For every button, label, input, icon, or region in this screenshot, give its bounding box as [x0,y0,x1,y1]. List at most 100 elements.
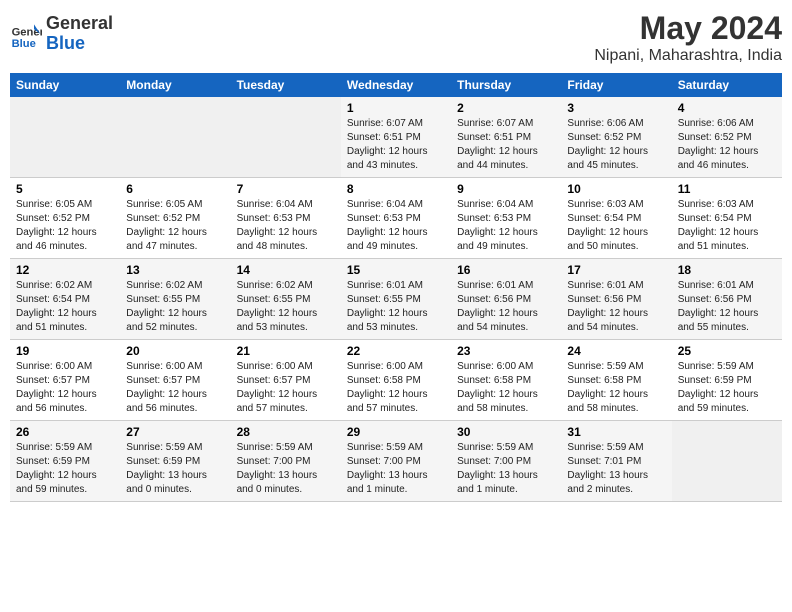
column-header-tuesday: Tuesday [231,73,341,97]
title-block: May 2024 Nipani, Maharashtra, India [594,10,782,65]
page-header: General Blue General Blue May 2024 Nipan… [10,10,782,65]
day-number: 3 [567,101,665,115]
day-info: Sunrise: 6:04 AM Sunset: 6:53 PM Dayligh… [237,198,335,254]
day-number: 19 [16,344,114,358]
day-number: 7 [237,182,335,196]
day-info: Sunrise: 6:00 AM Sunset: 6:57 PM Dayligh… [126,360,224,416]
day-info: Sunrise: 6:05 AM Sunset: 6:52 PM Dayligh… [126,198,224,254]
day-cell: 30 Sunrise: 5:59 AM Sunset: 7:00 PM Dayli… [451,421,561,502]
day-info: Sunrise: 6:01 AM Sunset: 6:56 PM Dayligh… [457,279,555,335]
day-cell: 23Sunrise: 6:00 AM Sunset: 6:58 PM Dayli… [451,340,561,421]
day-cell: 22 Sunrise: 6:00 AM Sunset: 6:58 PM Dayli… [341,340,451,421]
day-cell: 28 Sunrise: 5:59 AM Sunset: 7:00 PM Dayli… [231,421,341,502]
day-cell: 19Sunrise: 6:00 AM Sunset: 6:57 PM Dayli… [10,340,120,421]
day-info: Sunrise: 6:07 AM Sunset: 6:51 PM Dayligh… [347,117,445,173]
day-number: 17 [567,263,665,277]
week-row-1: 1 Sunrise: 6:07 AM Sunset: 6:51 PM Daylig… [10,97,782,178]
day-info: Sunrise: 6:07 AM Sunset: 6:51 PM Dayligh… [457,117,555,173]
column-header-sunday: Sunday [10,73,120,97]
calendar-subtitle: Nipani, Maharashtra, India [594,47,782,65]
day-cell [231,97,341,178]
day-number: 21 [237,344,335,358]
calendar-table: SundayMondayTuesdayWednesdayThursdayFrid… [10,73,782,502]
day-number: 8 [347,182,445,196]
day-cell: 1 Sunrise: 6:07 AM Sunset: 6:51 PM Daylig… [341,97,451,178]
day-number: 14 [237,263,335,277]
week-row-4: 19 Sunrise: 6:00 AM Sunset: 6:57 PM Dayli… [10,340,782,421]
day-info: Sunrise: 6:01 AM Sunset: 6:56 PM Dayligh… [567,279,665,335]
day-cell: 15 Sunrise: 6:01 AM Sunset: 6:55 PM Dayli… [341,259,451,340]
day-number: 13 [126,263,224,277]
day-info: Sunrise: 6:01 AM Sunset: 6:56 PM Dayligh… [678,279,776,335]
day-number: 22 [347,344,445,358]
day-number: 12 [16,263,114,277]
day-info: Sunrise: 6:00 AM Sunset: 6:57 PM Dayligh… [237,360,335,416]
day-number: 18 [678,263,776,277]
day-info: Sunrise: 6:03 AM Sunset: 6:54 PM Dayligh… [678,198,776,254]
day-cell: 20Sunrise: 6:00 AM Sunset: 6:57 PM Dayli… [120,340,230,421]
week-row-2: 5 Sunrise: 6:05 AM Sunset: 6:52 PM Daylig… [10,178,782,259]
day-cell: 11 Sunrise: 6:03 AM Sunset: 6:54 PM Dayli… [672,178,782,259]
day-number: 25 [678,344,776,358]
day-cell: 26Sunrise: 5:59 AM Sunset: 6:59 PM Dayli… [10,421,120,502]
column-header-friday: Friday [561,73,671,97]
day-info: Sunrise: 6:02 AM Sunset: 6:55 PM Dayligh… [237,279,335,335]
day-number: 11 [678,182,776,196]
day-info: Sunrise: 6:06 AM Sunset: 6:52 PM Dayligh… [567,117,665,173]
day-number: 28 [237,425,335,439]
logo-icon: General Blue [10,18,42,50]
day-info: Sunrise: 5:59 AM Sunset: 6:59 PM Dayligh… [678,360,776,416]
day-cell: 31Sunrise: 5:59 AM Sunset: 7:01 PM Dayli… [561,421,671,502]
day-number: 24 [567,344,665,358]
header-row: SundayMondayTuesdayWednesdayThursdayFrid… [10,73,782,97]
day-info: Sunrise: 5:59 AM Sunset: 6:59 PM Dayligh… [126,441,224,497]
day-cell: 17 Sunrise: 6:01 AM Sunset: 6:56 PM Dayli… [561,259,671,340]
week-row-3: 12 Sunrise: 6:02 AM Sunset: 6:54 PM Dayli… [10,259,782,340]
day-info: Sunrise: 5:59 AM Sunset: 6:59 PM Dayligh… [16,441,114,497]
day-info: Sunrise: 6:06 AM Sunset: 6:52 PM Dayligh… [678,117,776,173]
day-cell: 27 Sunrise: 5:59 AM Sunset: 6:59 PM Dayli… [120,421,230,502]
calendar-title: May 2024 [594,10,782,47]
day-cell: 4 Sunrise: 6:06 AM Sunset: 6:52 PM Daylig… [672,97,782,178]
day-cell: 21 Sunrise: 6:00 AM Sunset: 6:57 PM Dayli… [231,340,341,421]
day-info: Sunrise: 6:00 AM Sunset: 6:58 PM Dayligh… [347,360,445,416]
day-cell: 14 Sunrise: 6:02 AM Sunset: 6:55 PM Dayli… [231,259,341,340]
day-number: 30 [457,425,555,439]
day-cell [120,97,230,178]
day-info: Sunrise: 6:01 AM Sunset: 6:55 PM Dayligh… [347,279,445,335]
day-cell: 29Sunrise: 5:59 AM Sunset: 7:00 PM Dayli… [341,421,451,502]
day-info: Sunrise: 5:59 AM Sunset: 7:00 PM Dayligh… [347,441,445,497]
day-info: Sunrise: 5:59 AM Sunset: 7:00 PM Dayligh… [237,441,335,497]
day-cell: 7 Sunrise: 6:04 AM Sunset: 6:53 PM Daylig… [231,178,341,259]
day-info: Sunrise: 6:03 AM Sunset: 6:54 PM Dayligh… [567,198,665,254]
day-info: Sunrise: 5:59 AM Sunset: 6:58 PM Dayligh… [567,360,665,416]
column-header-saturday: Saturday [672,73,782,97]
day-number: 27 [126,425,224,439]
column-header-thursday: Thursday [451,73,561,97]
day-number: 10 [567,182,665,196]
day-cell: 12 Sunrise: 6:02 AM Sunset: 6:54 PM Dayli… [10,259,120,340]
week-row-5: 26Sunrise: 5:59 AM Sunset: 6:59 PM Dayli… [10,421,782,502]
svg-text:General: General [12,26,42,38]
day-info: Sunrise: 5:59 AM Sunset: 7:01 PM Dayligh… [567,441,665,497]
day-info: Sunrise: 6:02 AM Sunset: 6:54 PM Dayligh… [16,279,114,335]
day-cell: 2 Sunrise: 6:07 AM Sunset: 6:51 PM Daylig… [451,97,561,178]
day-info: Sunrise: 6:05 AM Sunset: 6:52 PM Dayligh… [16,198,114,254]
day-info: Sunrise: 6:00 AM Sunset: 6:58 PM Dayligh… [457,360,555,416]
column-header-wednesday: Wednesday [341,73,451,97]
day-info: Sunrise: 6:04 AM Sunset: 6:53 PM Dayligh… [457,198,555,254]
day-info: Sunrise: 6:04 AM Sunset: 6:53 PM Dayligh… [347,198,445,254]
day-cell: 3 Sunrise: 6:06 AM Sunset: 6:52 PM Daylig… [561,97,671,178]
column-header-monday: Monday [120,73,230,97]
day-number: 5 [16,182,114,196]
day-info: Sunrise: 5:59 AM Sunset: 7:00 PM Dayligh… [457,441,555,497]
day-number: 4 [678,101,776,115]
svg-text:Blue: Blue [12,38,36,50]
logo: General Blue General Blue [10,14,113,54]
day-cell: 9Sunrise: 6:04 AM Sunset: 6:53 PM Daylig… [451,178,561,259]
day-cell: 25 Sunrise: 5:59 AM Sunset: 6:59 PM Dayli… [672,340,782,421]
day-number: 2 [457,101,555,115]
day-number: 15 [347,263,445,277]
day-cell: 16Sunrise: 6:01 AM Sunset: 6:56 PM Dayli… [451,259,561,340]
day-number: 1 [347,101,445,115]
